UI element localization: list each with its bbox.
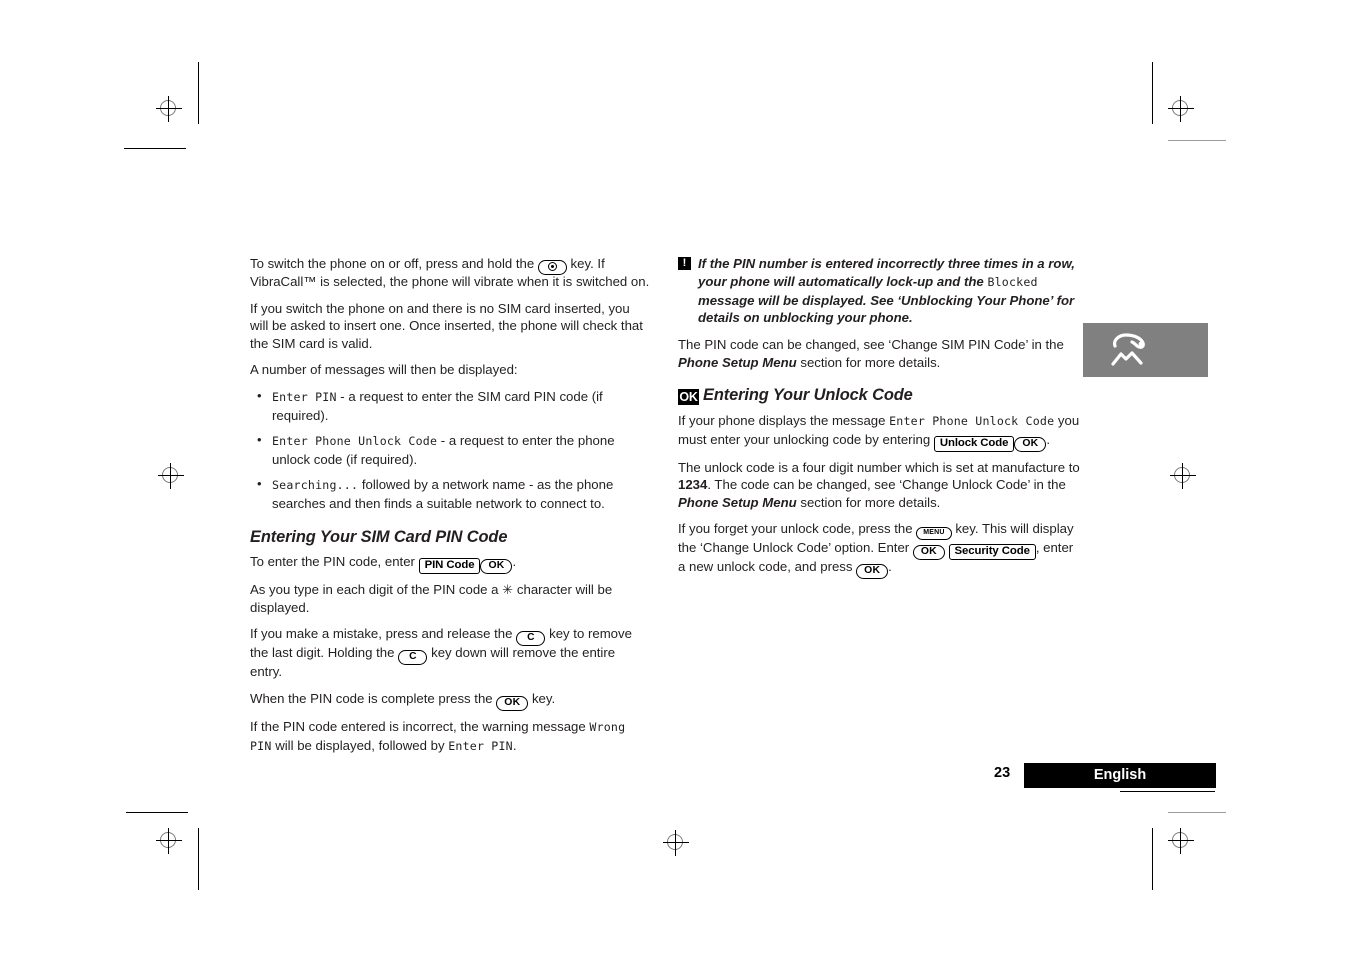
registration-mark-top-right <box>1168 96 1194 122</box>
paragraph-forgot-unlock-code: If you forget your unlock code, press th… <box>678 520 1080 580</box>
page-number: 23 <box>994 765 1011 781</box>
registration-vline <box>1182 463 1183 489</box>
reference-phone-setup-menu: Phone Setup Menu <box>678 494 797 510</box>
ok-key-glyph: OK <box>480 559 513 575</box>
lcd-text-enter-pin: Enter PIN <box>272 389 337 404</box>
list-item-searching: Searching... followed by a network name … <box>250 475 650 512</box>
trim-line-bottom-left-horizontal <box>126 812 188 813</box>
lcd-text-enter-pin: Enter PIN <box>448 738 513 753</box>
trim-line-bottom-right-horizontal-gray <box>1168 812 1226 813</box>
softkey-security-code: Security Code <box>948 544 1036 561</box>
ok-key-glyph: OK <box>1014 436 1047 452</box>
lcd-text-blocked: Blocked <box>987 274 1038 289</box>
list-item-enter-pin: Enter PIN - a request to enter the SIM c… <box>250 387 650 424</box>
registration-hline <box>1170 475 1196 476</box>
trim-line-top-left-vertical <box>198 62 199 124</box>
left-text-column: To switch the phone on or off, press and… <box>250 255 650 755</box>
power-key-glyph <box>537 260 567 275</box>
power-symbol-icon <box>547 262 557 271</box>
registration-hline <box>158 475 184 476</box>
right-text-column: ! If the PIN number is entered incorrectl… <box>678 255 1080 580</box>
reference-phone-setup-menu: Phone Setup Menu <box>678 354 797 370</box>
ok-key-glyph: OK <box>496 695 529 711</box>
paragraph-no-sim-card: If you switch the phone on and there is … <box>250 300 643 351</box>
trim-line-bottom-right-vertical <box>1152 828 1153 890</box>
registration-mark-bottom-right <box>1168 828 1194 854</box>
lcd-text-enter-phone-unlock-code: Enter Phone Unlock Code <box>889 413 1055 428</box>
ok-key-glyph: OK <box>856 564 889 580</box>
paragraph-messages-intro: A number of messages will then be displa… <box>250 362 518 378</box>
section-heading-sim-card-pin-code: Entering Your SIM Card PIN Code <box>250 527 508 546</box>
registration-vline <box>1180 96 1181 122</box>
section-heading-entering-your-unlock-code: OK Entering Your Unlock Code <box>678 386 1080 406</box>
registration-vline <box>1180 828 1181 854</box>
clear-key-glyph: C <box>516 631 546 647</box>
registration-hline <box>663 842 689 843</box>
startup-messages-list: Enter PIN - a request to enter the SIM c… <box>250 387 650 513</box>
registration-mark-middle-right <box>1170 463 1196 489</box>
lcd-text-searching: Searching... <box>272 478 359 493</box>
registration-mark-middle-left <box>158 463 184 489</box>
paragraph-asterisk-display: As you type in each digit of the PIN cod… <box>250 582 613 615</box>
default-unlock-code-value: 1234 <box>678 477 708 493</box>
language-banner: English <box>1024 763 1216 788</box>
paragraph-unlock-prompt: If your phone displays the message Enter… <box>678 412 1080 452</box>
language-label: English <box>1093 767 1147 783</box>
trim-line-top-right-vertical <box>1152 62 1153 124</box>
ok-key-glyph: OK <box>912 545 945 561</box>
list-item-enter-phone-unlock-code: Enter Phone Unlock Code - a request to e… <box>250 431 650 468</box>
registration-mark-top-left <box>156 96 182 122</box>
clear-key-glyph: C <box>398 650 428 666</box>
trim-line-bottom-left-vertical <box>198 828 199 890</box>
paragraph-pin-complete: When the PIN code is complete press the … <box>250 690 650 711</box>
registration-mark-bottom-center <box>663 830 689 856</box>
ok-badge-icon: OK <box>678 389 699 406</box>
registration-vline <box>675 830 676 856</box>
paragraph-correct-mistake: If you make a mistake, press and release… <box>250 626 632 680</box>
paragraph-switch-on-off: To switch the phone on or off, press and… <box>250 256 650 289</box>
warning-exclamation-icon: ! <box>678 257 691 270</box>
trim-line-top-left-horizontal <box>124 148 186 149</box>
warning-note-blocked: ! If the PIN number is entered incorrectl… <box>678 255 1080 327</box>
trim-line-top-right-horizontal <box>1168 140 1226 141</box>
registration-vline <box>168 96 169 122</box>
registration-vline <box>168 828 169 854</box>
registration-mark-bottom-left <box>156 828 182 854</box>
side-tab-chapter-marker <box>1083 323 1208 377</box>
paragraph-wrong-pin: If the PIN code entered is incorrect, th… <box>250 718 626 753</box>
registration-vline <box>170 463 171 489</box>
registration-hline <box>156 108 182 109</box>
registration-hline <box>156 840 182 841</box>
trim-line-bottom-right-horizontal-black <box>1120 791 1215 792</box>
softkey-unlock-code: Unlock Code <box>933 435 1015 452</box>
paragraph-enter-pin-code: To enter the PIN code, enter PIN Code OK. <box>250 553 650 575</box>
registration-hline <box>1168 840 1194 841</box>
section-heading-text: Entering Your Unlock Code <box>703 386 913 405</box>
menu-key-glyph: MENU <box>916 527 952 541</box>
paragraph-unlock-default-code: The unlock code is a four digit number w… <box>678 459 1080 510</box>
registration-hline <box>1168 108 1194 109</box>
lcd-text-enter-phone-unlock-code: Enter Phone Unlock Code <box>272 434 438 449</box>
softkey-pin-code: PIN Code <box>418 558 481 575</box>
paragraph-pin-can-be-changed: The PIN code can be changed, see ‘Change… <box>678 337 1064 370</box>
